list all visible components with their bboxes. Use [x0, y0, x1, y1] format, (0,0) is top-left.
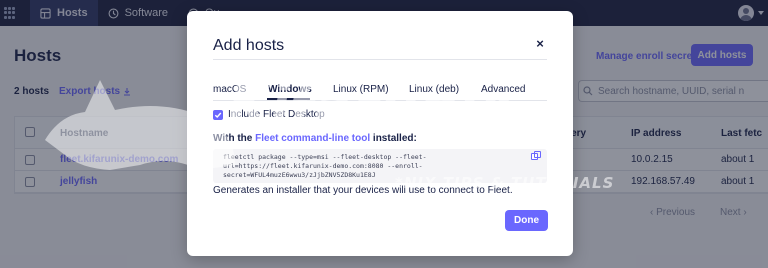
cli-instructions: With the Fleet command-line tool install… — [213, 133, 417, 144]
fleet-cli-link[interactable]: Fleet command-line tool — [255, 133, 370, 144]
active-tab-indicator — [267, 98, 310, 100]
include-fleet-desktop-checkbox[interactable] — [213, 109, 223, 120]
modal-title: Add hosts — [213, 37, 285, 54]
tab-advanced[interactable]: Advanced — [481, 84, 525, 95]
close-icon[interactable]: × — [534, 37, 546, 51]
platform-tabs: macOS Windows Linux (RPM) Linux (deb) Ad… — [213, 81, 547, 101]
include-fleet-desktop-option[interactable]: Include Fleet Desktop — [213, 109, 325, 120]
checkmark-icon — [214, 112, 222, 118]
divider — [213, 59, 547, 60]
tab-macos[interactable]: macOS — [213, 84, 246, 95]
cli-prefix: With the — [213, 133, 256, 144]
copy-icon[interactable] — [531, 151, 541, 160]
done-button[interactable]: Done — [505, 210, 548, 231]
tab-linux-deb[interactable]: Linux (deb) — [409, 84, 459, 95]
include-fleet-desktop-label: Include Fleet Desktop — [228, 109, 325, 120]
fleetctl-command[interactable]: fleetctl package --type=msi --fleet-desk… — [223, 153, 539, 180]
tab-windows[interactable]: Windows — [268, 84, 312, 95]
command-box: fleetctl package --type=msi --fleet-desk… — [213, 149, 547, 183]
add-hosts-modal: Add hosts × macOS Windows Linux (RPM) Li… — [187, 11, 573, 256]
cli-suffix: installed: — [370, 133, 417, 144]
installer-helper-text: Generates an installer that your devices… — [213, 185, 513, 196]
tab-linux-rpm[interactable]: Linux (RPM) — [333, 84, 389, 95]
